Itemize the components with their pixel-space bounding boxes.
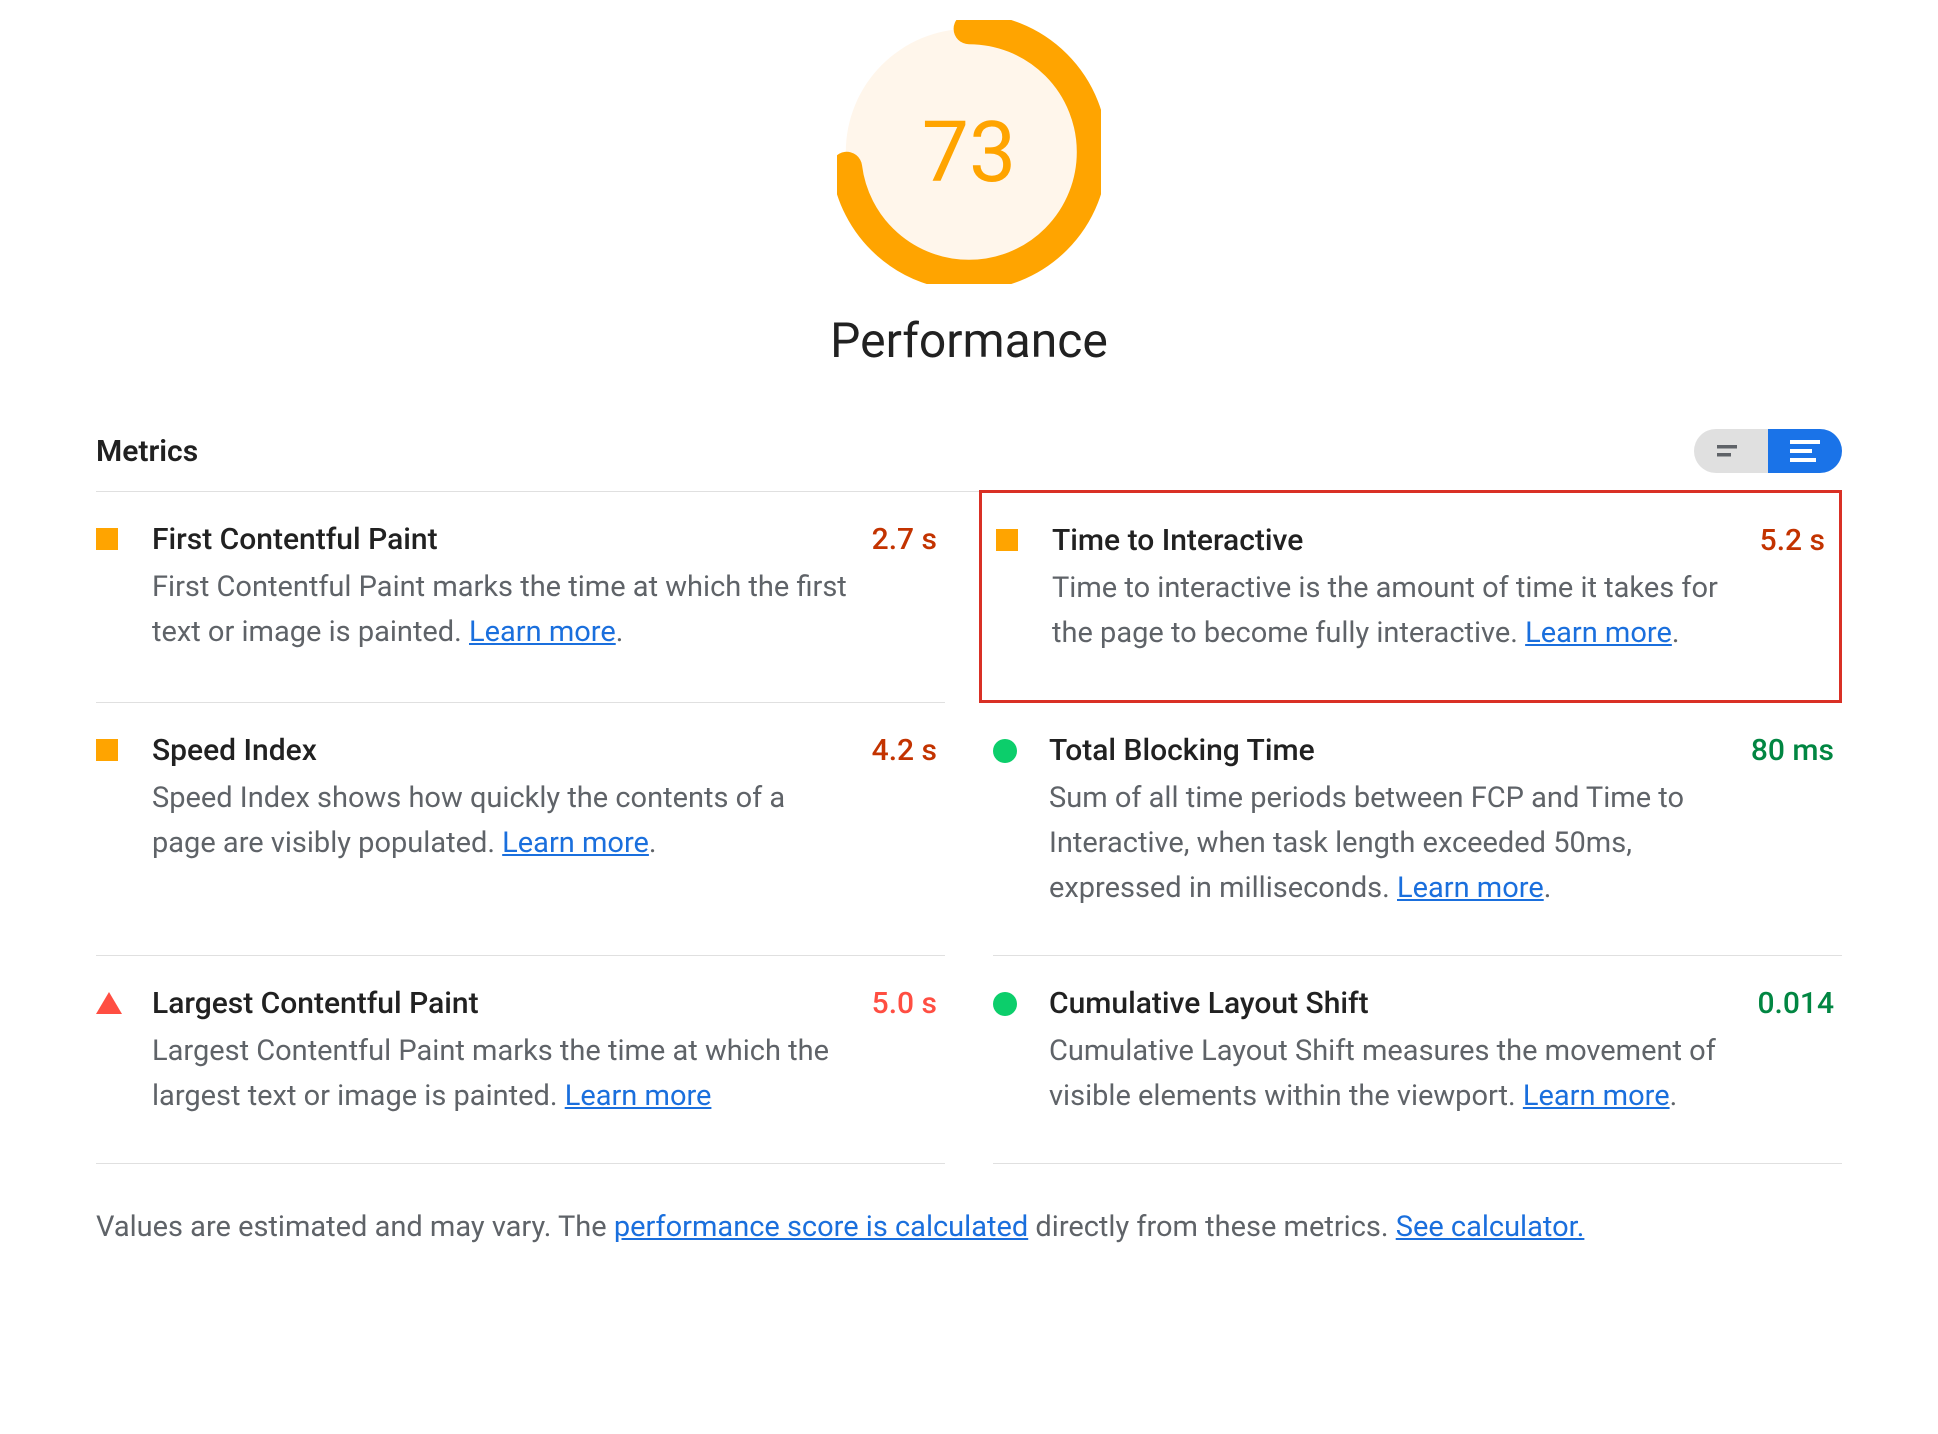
learn-more-link[interactable]: Learn more — [565, 1079, 712, 1113]
metric-status — [993, 986, 1049, 1119]
metrics-heading: Metrics — [96, 434, 198, 469]
metric-tti: Time to Interactive Time to interactive i… — [979, 490, 1842, 703]
metric-value: 4.2 s — [872, 733, 937, 911]
view-toggle-compact[interactable] — [1694, 429, 1768, 473]
metric-title: First Contentful Paint — [152, 522, 852, 557]
status-pass-icon — [993, 739, 1017, 763]
metric-description: Time to interactive is the amount of tim… — [1052, 566, 1740, 656]
compact-lines-icon — [1717, 442, 1745, 460]
footnote-link-calculation[interactable]: performance score is calculated — [614, 1210, 1028, 1244]
learn-more-link[interactable]: Learn more — [1525, 616, 1672, 650]
metric-description: First Contentful Paint marks the time at… — [152, 565, 852, 655]
view-toggle — [1694, 429, 1842, 473]
footnote-text: Values are estimated and may vary. The — [96, 1210, 614, 1244]
metric-value: 80 ms — [1751, 733, 1834, 911]
gauge-label: Performance — [96, 312, 1842, 369]
learn-more-link[interactable]: Learn more — [502, 826, 649, 860]
status-average-icon — [96, 739, 118, 761]
metric-body: Total Blocking Time Sum of all time perio… — [1049, 733, 1751, 911]
metric-body: First Contentful Paint First Contentful P… — [152, 522, 872, 658]
learn-more-link[interactable]: Learn more — [469, 615, 616, 649]
metric-description: Largest Contentful Paint marks the time … — [152, 1029, 852, 1119]
status-fail-icon — [96, 992, 122, 1014]
metric-desc-suffix: . — [1670, 1079, 1678, 1113]
metric-desc-suffix: . — [649, 826, 657, 860]
performance-score: 73 — [837, 20, 1101, 284]
metric-status — [993, 733, 1049, 911]
metric-desc-text: Sum of all time periods between FCP and … — [1049, 781, 1684, 905]
metric-status — [96, 986, 152, 1119]
metric-value: 0.014 — [1757, 986, 1834, 1119]
metric-value: 5.2 s — [1760, 523, 1825, 656]
footnote: Values are estimated and may vary. The p… — [96, 1210, 1842, 1244]
status-pass-icon — [993, 992, 1017, 1016]
learn-more-link[interactable]: Learn more — [1523, 1079, 1670, 1113]
metric-desc-suffix: . — [1672, 616, 1680, 650]
metric-description: Speed Index shows how quickly the conten… — [152, 776, 852, 866]
metric-body: Cumulative Layout Shift Cumulative Layout… — [1049, 986, 1757, 1119]
metric-fcp: First Contentful Paint First Contentful P… — [96, 492, 945, 703]
metric-title: Total Blocking Time — [1049, 733, 1731, 768]
metric-tbt: Total Blocking Time Sum of all time perio… — [993, 703, 1842, 956]
expanded-lines-icon — [1790, 440, 1820, 462]
performance-gauge-section: 73 Performance — [96, 0, 1842, 369]
metric-status — [996, 523, 1052, 656]
metric-body: Largest Contentful Paint Largest Contentf… — [152, 986, 872, 1119]
metric-cls: Cumulative Layout Shift Cumulative Layout… — [993, 956, 1842, 1164]
metric-desc-suffix: . — [616, 615, 624, 649]
metric-description: Sum of all time periods between FCP and … — [1049, 776, 1731, 911]
performance-gauge: 73 — [837, 20, 1101, 284]
learn-more-link[interactable]: Learn more — [1397, 871, 1544, 905]
metric-desc-text: Speed Index shows how quickly the conten… — [152, 781, 785, 860]
status-average-icon — [96, 528, 118, 550]
metric-desc-suffix: . — [1544, 871, 1552, 905]
metric-description: Cumulative Layout Shift measures the mov… — [1049, 1029, 1737, 1119]
metric-title: Time to Interactive — [1052, 523, 1740, 558]
metric-value: 5.0 s — [872, 986, 937, 1119]
metric-status — [96, 522, 152, 658]
metric-title: Speed Index — [152, 733, 852, 768]
footnote-text-2: directly from these metrics. — [1028, 1210, 1396, 1244]
metric-status — [96, 733, 152, 911]
metric-body: Time to Interactive Time to interactive i… — [1052, 523, 1760, 656]
metric-desc-text: Largest Contentful Paint marks the time … — [152, 1034, 829, 1113]
status-average-icon — [996, 529, 1018, 551]
metric-body: Speed Index Speed Index shows how quickly… — [152, 733, 872, 911]
metric-title: Largest Contentful Paint — [152, 986, 852, 1021]
metric-lcp: Largest Contentful Paint Largest Contentf… — [96, 956, 945, 1164]
view-toggle-expanded[interactable] — [1768, 429, 1842, 473]
metric-title: Cumulative Layout Shift — [1049, 986, 1737, 1021]
footnote-link-calculator[interactable]: See calculator. — [1396, 1210, 1585, 1244]
metric-si: Speed Index Speed Index shows how quickly… — [96, 703, 945, 956]
metric-value: 2.7 s — [872, 522, 937, 658]
